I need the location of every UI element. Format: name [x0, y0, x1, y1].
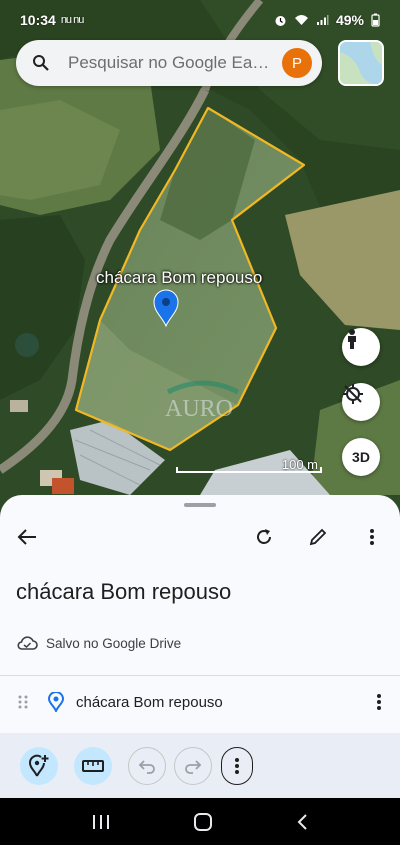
- feature-title: chácara Bom repouso: [16, 579, 232, 604]
- add-placemark-button[interactable]: [20, 747, 58, 785]
- notification-icons: nu nu: [60, 14, 85, 26]
- 3d-toggle-button[interactable]: 3D: [342, 438, 380, 476]
- location-disabled-icon: [343, 384, 363, 404]
- back-button[interactable]: [13, 523, 41, 551]
- undo-button[interactable]: [128, 747, 166, 785]
- map-thumbnail-icon: [340, 42, 382, 84]
- pegman-icon: [348, 329, 356, 349]
- refresh-icon: [257, 529, 271, 544]
- arrow-back-icon: [17, 529, 36, 545]
- search-icon: [33, 55, 49, 71]
- battery-percent: 49%: [335, 12, 364, 28]
- feature-list-item[interactable]: chácara Bom repouso: [0, 685, 400, 719]
- save-status: Salvo no Google Drive: [16, 635, 181, 651]
- save-status-label: Salvo no Google Drive: [46, 635, 182, 651]
- wifi-icon: [294, 15, 308, 25]
- cloud-done-icon: [17, 636, 38, 650]
- refresh-button[interactable]: [250, 523, 278, 551]
- edit-button[interactable]: [304, 523, 332, 551]
- svg-text:AURO: AURO: [165, 396, 233, 422]
- location-pin-icon: [48, 692, 64, 712]
- measure-button[interactable]: [74, 747, 112, 785]
- more-vert-icon: [235, 758, 239, 774]
- recents-icon[interactable]: [92, 814, 110, 830]
- signal-icon: [316, 15, 329, 25]
- street-view-button[interactable]: [342, 328, 380, 366]
- system-nav-bar: [0, 798, 400, 845]
- my-location-button[interactable]: [342, 383, 380, 421]
- scale-label: 100 m: [281, 457, 318, 472]
- redo-button[interactable]: [174, 747, 212, 785]
- map-scale: 100 m: [176, 457, 322, 475]
- more-vert-icon: [370, 529, 374, 545]
- home-icon[interactable]: [193, 812, 213, 832]
- search-bar[interactable]: Pesquisar no Google Ea… P: [16, 40, 322, 86]
- map-place-label[interactable]: chácara Bom repouso: [96, 268, 262, 288]
- add-location-icon: [29, 754, 49, 777]
- back-nav-icon[interactable]: [296, 813, 308, 831]
- drag-handle-icon[interactable]: [18, 694, 28, 710]
- status-time: 10:34: [20, 12, 56, 28]
- sheet-toolbar: [0, 523, 400, 553]
- more-vert-icon[interactable]: [376, 693, 382, 711]
- sheet-drag-handle[interactable]: [184, 503, 216, 507]
- sheet-more-button[interactable]: [358, 523, 386, 551]
- feature-bottom-sheet: chácara Bom repouso Salvo no Google Driv…: [0, 495, 400, 798]
- redo-icon: [185, 760, 202, 774]
- feature-name: chácara Bom repouso: [76, 693, 223, 711]
- divider: [0, 675, 400, 676]
- undo-icon: [138, 760, 155, 774]
- account-avatar[interactable]: P: [282, 48, 312, 78]
- battery-icon: [371, 13, 380, 27]
- status-bar: 10:34 nu nu 49%: [0, 0, 400, 40]
- ruler-icon: [82, 760, 104, 772]
- pencil-icon: [309, 528, 327, 546]
- alarm-icon: [275, 15, 286, 26]
- edit-toolbar: [0, 733, 400, 798]
- map-layers-button[interactable]: [338, 40, 384, 86]
- search-placeholder: Pesquisar no Google Ea…: [68, 53, 270, 72]
- more-tools-button[interactable]: [221, 747, 253, 785]
